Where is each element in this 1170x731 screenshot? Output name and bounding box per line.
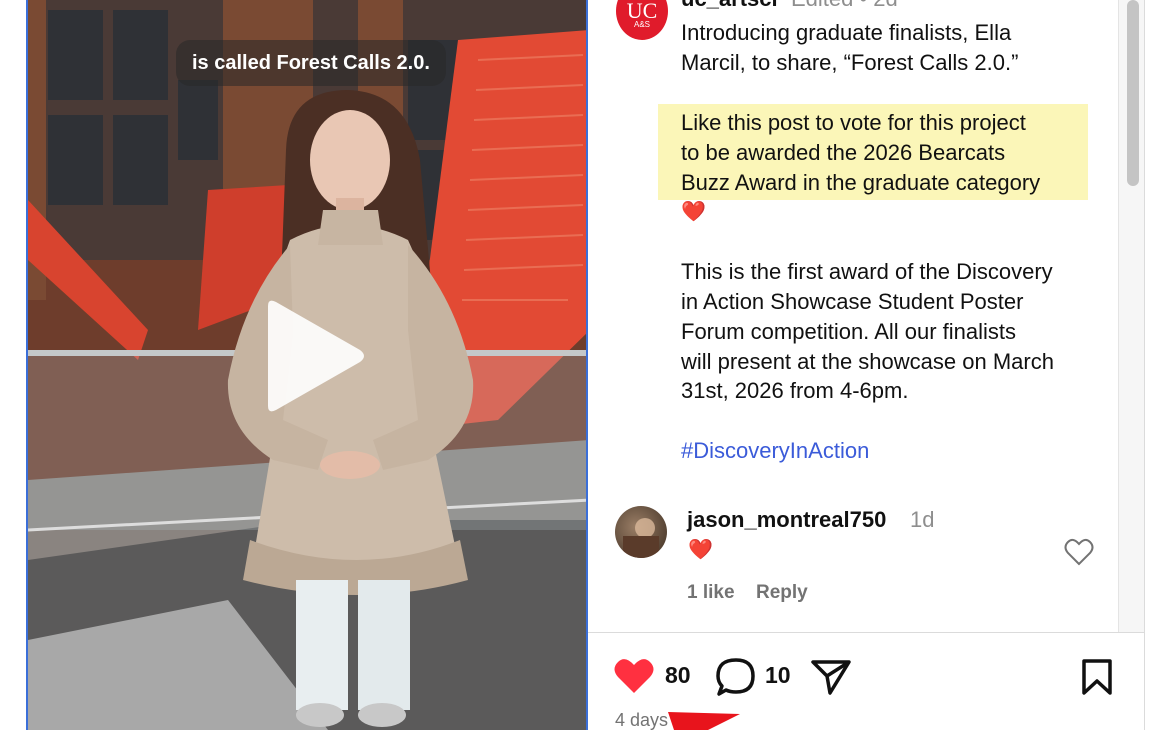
comment-text: ❤️ [688, 539, 713, 561]
caption-line: Buzz Award in the graduate category [681, 170, 1041, 195]
caption-line: Like this post to vote for this project [681, 110, 1026, 135]
post-username[interactable]: uc_artsci [681, 0, 778, 12]
scrollbar-thumb[interactable] [1127, 0, 1139, 186]
brand-avatar[interactable]: UC A&S [616, 0, 668, 40]
like-heart-icon[interactable] [613, 657, 655, 695]
comment-username[interactable]: jason_montreal750 [687, 507, 886, 533]
brand-subtitle: A&S [633, 20, 650, 29]
video-player[interactable]: is called Forest Calls 2.0. [26, 0, 588, 730]
caption-line: This is the first award of the Discovery [681, 259, 1053, 284]
video-caption: is called Forest Calls 2.0. [176, 40, 446, 86]
caption-line: will present at the showcase on March [681, 349, 1054, 374]
comments-count[interactable]: 10 [765, 662, 791, 689]
comment-like-icon[interactable] [1064, 538, 1094, 566]
caption-line: Introducing graduate finalists, Ella [681, 20, 1012, 45]
panel-edge [1144, 0, 1145, 730]
scrollbar[interactable] [1118, 0, 1145, 632]
comment-time: 1d [910, 507, 935, 532]
comment-likes[interactable]: 1 like [687, 582, 735, 604]
likes-count[interactable]: 80 [665, 662, 691, 689]
post-meta: Edited • 2d [791, 0, 898, 12]
red-scribble [668, 712, 740, 730]
share-icon[interactable] [810, 658, 852, 696]
comment-icon[interactable] [715, 657, 757, 697]
commenter-avatar[interactable] [615, 506, 667, 558]
caption-line: Marcil, to share, “Forest Calls 2.0.” [681, 50, 1019, 75]
save-bookmark-icon[interactable] [1080, 658, 1114, 696]
comment-reply-button[interactable]: Reply [756, 582, 808, 604]
caption-line: Forum competition. All our finalists [681, 319, 1017, 344]
hashtag-link[interactable]: #DiscoveryInAction [681, 436, 869, 466]
heart-emoji: ❤️ [681, 201, 706, 223]
post-caption-panel: UC A&S uc_artsci Edited • 2d Introducing… [588, 0, 1118, 632]
caption-line: in Action Showcase Student Poster [681, 289, 1024, 314]
divider [588, 632, 1144, 633]
caption-line: to be awarded the 2026 Bearcats [681, 140, 1006, 165]
caption-line: 31st, 2026 from 4-6pm. [681, 378, 909, 403]
post-time-ago: 4 days [615, 710, 669, 730]
play-icon[interactable] [260, 296, 370, 416]
